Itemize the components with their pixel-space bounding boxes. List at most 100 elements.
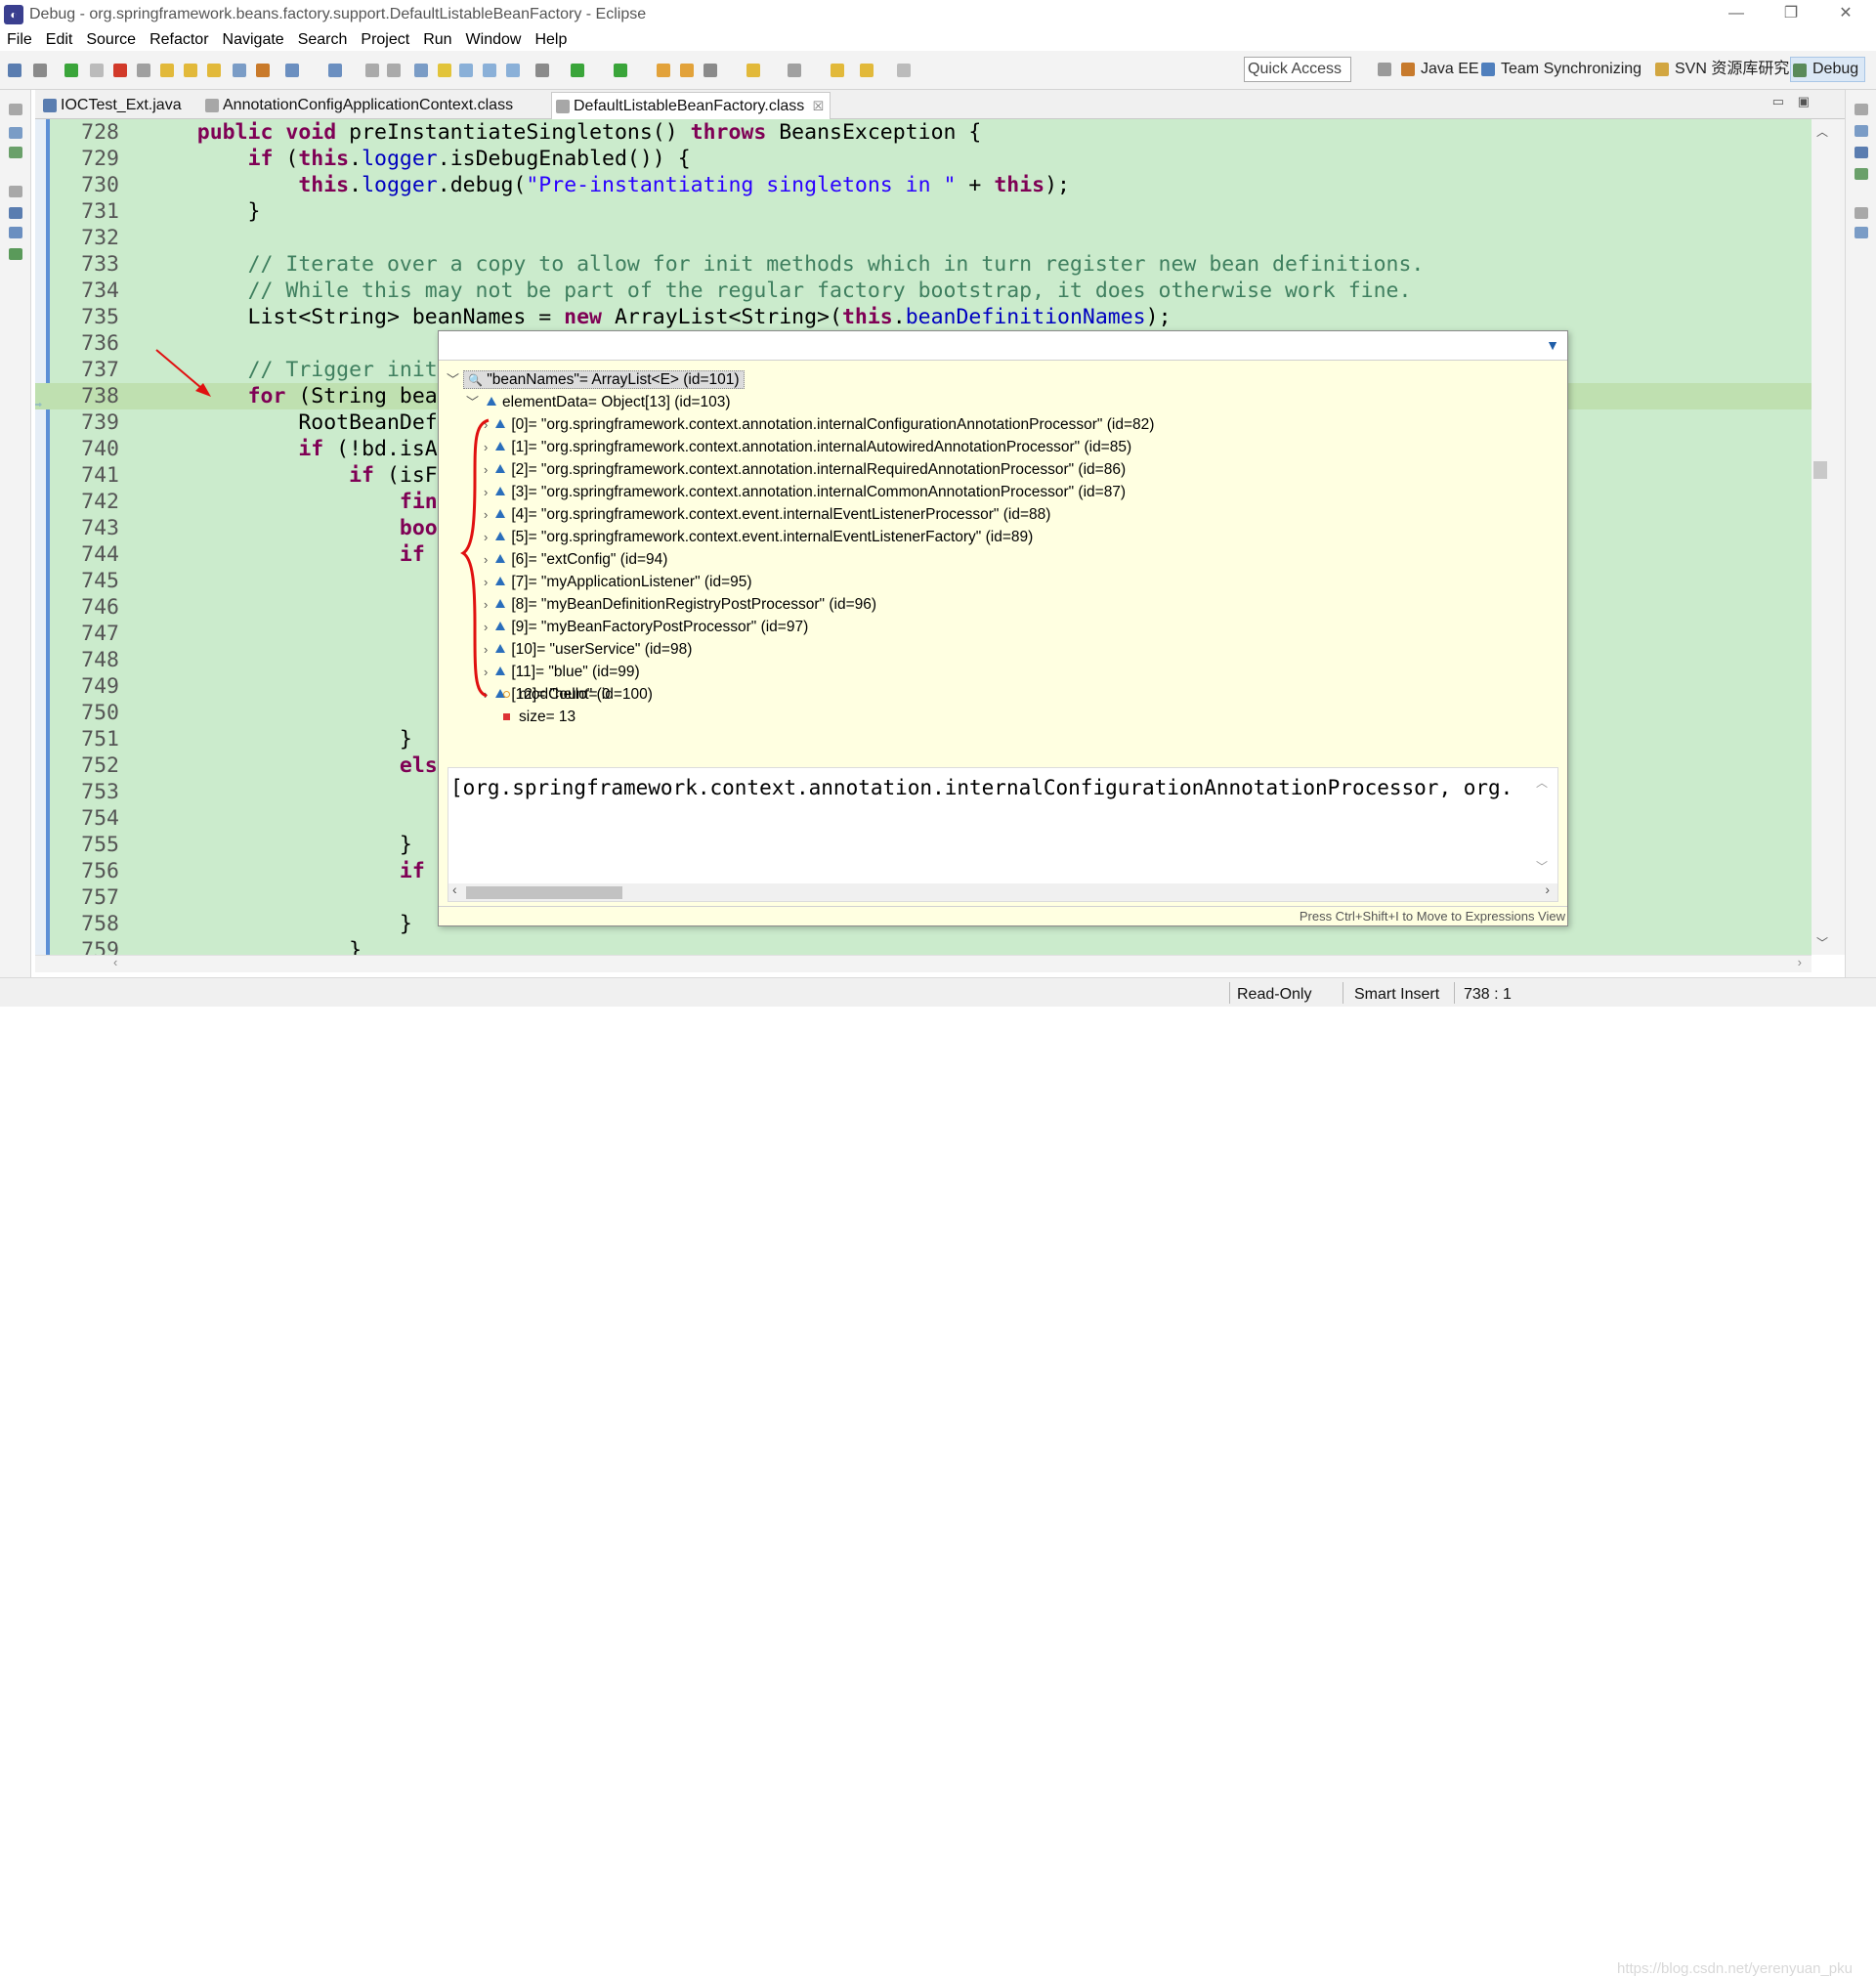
tab-close-icon[interactable]: ☒ xyxy=(813,93,825,120)
junit-view-icon[interactable] xyxy=(9,248,22,260)
new-icon[interactable] xyxy=(8,64,21,77)
code-line[interactable]: 728 public void preInstantiateSingletons… xyxy=(35,119,1812,146)
tree-root[interactable]: ﹀ 🔍 "beanNames"= ArrayList<E> (id=101) xyxy=(447,368,745,391)
debug-config-icon[interactable] xyxy=(535,64,549,77)
show-source-icon[interactable] xyxy=(506,64,520,77)
restore-view-icon[interactable] xyxy=(1855,104,1868,115)
run-icon[interactable] xyxy=(571,64,584,77)
detail-text[interactable]: [org.springframework.context.annotation.… xyxy=(450,776,1535,799)
open-perspective-button[interactable] xyxy=(1376,57,1395,82)
perspective-debug[interactable]: Debug xyxy=(1790,57,1866,82)
outline-view-icon[interactable] xyxy=(1855,227,1868,238)
code-line[interactable]: 735 List<String> beanNames = new ArrayLi… xyxy=(35,304,1812,330)
expand-icon[interactable]: › xyxy=(484,620,488,634)
restore-view-icon[interactable] xyxy=(9,104,22,115)
detail-scroll-up-icon[interactable]: ︿ xyxy=(1536,774,1548,791)
next-annotation-icon[interactable] xyxy=(746,64,760,77)
code-line[interactable]: 729 if (this.logger.isDebugEnabled()) { xyxy=(35,146,1812,172)
scroll-thumb[interactable] xyxy=(466,886,622,899)
tree-array-element[interactable]: › [11]= "blue" (id=99) xyxy=(484,661,640,683)
skip-breakpoints-icon[interactable] xyxy=(33,64,47,77)
scroll-right-icon[interactable]: › xyxy=(1545,881,1550,897)
expand-icon[interactable]: › xyxy=(484,687,488,702)
quick-access-input[interactable]: Quick Access xyxy=(1244,57,1351,82)
tree-array-element[interactable]: › [1]= "org.springframework.context.annot… xyxy=(484,436,1131,458)
view-menu-icon[interactable]: ▼ xyxy=(1546,337,1559,353)
expand-icon[interactable]: › xyxy=(484,530,488,544)
expand-icon[interactable]: › xyxy=(484,462,488,477)
tree-array-element[interactable]: › [0]= "org.springframework.context.annot… xyxy=(484,413,1154,436)
tree-array-element[interactable]: › [10]= "userService" (id=98) xyxy=(484,638,692,661)
tree-array-element[interactable]: › [4]= "org.springframework.context.event… xyxy=(484,503,1050,526)
menu-source[interactable]: Source xyxy=(86,31,136,49)
external-tools-icon[interactable] xyxy=(614,64,627,77)
code-line[interactable]: 732 xyxy=(35,225,1812,251)
menu-run[interactable]: Run xyxy=(423,31,451,49)
terminate-icon[interactable] xyxy=(113,64,127,77)
open-type-icon[interactable] xyxy=(328,64,342,77)
scroll-left-icon[interactable]: ‹ xyxy=(452,881,457,897)
open-folder-icon[interactable] xyxy=(657,64,670,77)
collapse-icon[interactable]: ﹀ xyxy=(466,395,479,409)
open-perspective-icon[interactable] xyxy=(414,64,428,77)
search-tool-icon[interactable] xyxy=(704,64,717,77)
minimize-button[interactable]: — xyxy=(1709,0,1764,29)
disconnect-icon[interactable] xyxy=(137,64,150,77)
expand-icon[interactable]: › xyxy=(484,642,488,657)
tasks-view-icon[interactable] xyxy=(9,227,22,238)
menu-search[interactable]: Search xyxy=(298,31,348,49)
step-return-icon[interactable] xyxy=(207,64,221,77)
tree-array-element[interactable]: › [5]= "org.springframework.context.event… xyxy=(484,526,1033,548)
expand-icon[interactable]: › xyxy=(484,440,488,454)
close-button[interactable]: ✕ xyxy=(1818,0,1873,29)
code-line[interactable]: 759 } xyxy=(35,937,1812,955)
expressions-view-icon[interactable] xyxy=(1855,168,1868,180)
use-step-filters-icon[interactable] xyxy=(256,64,270,77)
editor-vertical-scrollbar[interactable]: ︿ ﹀ xyxy=(1812,119,1845,955)
maximize-editor-icon[interactable]: ▣ xyxy=(1798,94,1810,109)
debug-view-icon[interactable] xyxy=(9,127,22,139)
tree-array-element[interactable]: › [7]= "myApplicationListener" (id=95) xyxy=(484,571,752,593)
tree-array-element[interactable]: › [6]= "extConfig" (id=94) xyxy=(484,548,667,571)
new-wizard-icon[interactable] xyxy=(285,64,299,77)
scroll-thumb[interactable] xyxy=(1813,461,1827,479)
resume-icon[interactable] xyxy=(64,64,78,77)
expand-icon[interactable]: › xyxy=(484,485,488,499)
tree-array-element[interactable]: › [3]= "org.springframework.context.annot… xyxy=(484,481,1126,503)
code-line[interactable]: 730 this.logger.debug("Pre-instantiating… xyxy=(35,172,1812,198)
code-line[interactable]: 731 } xyxy=(35,198,1812,225)
expand-icon[interactable]: › xyxy=(484,507,488,522)
expand-icon[interactable]: › xyxy=(484,575,488,589)
perspective-team-sync[interactable]: Team Synchronizing xyxy=(1479,57,1642,82)
step-into-icon[interactable] xyxy=(160,64,174,77)
code-line[interactable]: 734 // While this may not be part of the… xyxy=(35,278,1812,304)
detail-scroll-down-icon[interactable]: ﹀ xyxy=(1536,858,1548,875)
menu-navigate[interactable]: Navigate xyxy=(223,31,284,49)
menu-refactor[interactable]: Refactor xyxy=(149,31,208,49)
menu-file[interactable]: File xyxy=(7,31,32,49)
scroll-right-icon[interactable]: › xyxy=(1798,955,1802,969)
tree-size[interactable]: size= 13 xyxy=(503,706,576,728)
mark-occurrences-icon[interactable] xyxy=(438,64,451,77)
expand-icon[interactable]: › xyxy=(484,552,488,567)
restore-view-icon[interactable] xyxy=(9,186,22,197)
forward-icon[interactable] xyxy=(897,64,911,77)
step-over-icon[interactable] xyxy=(184,64,197,77)
expand-icon[interactable]: › xyxy=(484,417,488,432)
menu-project[interactable]: Project xyxy=(361,31,409,49)
minimize-editor-icon[interactable]: ▭ xyxy=(1772,94,1784,109)
toggle-block-icon[interactable] xyxy=(459,64,473,77)
perspective-java-ee[interactable]: Java EE xyxy=(1399,57,1479,82)
last-edit-icon[interactable] xyxy=(860,64,874,77)
variables-view-icon[interactable] xyxy=(1855,125,1868,137)
open-project-icon[interactable] xyxy=(680,64,694,77)
expand-icon[interactable]: › xyxy=(484,597,488,612)
tree-array-element[interactable]: › [9]= "myBeanFactoryPostProcessor" (id=9… xyxy=(484,616,808,638)
scroll-up-icon[interactable]: ︿ xyxy=(1816,123,1828,140)
console-view-icon[interactable] xyxy=(9,207,22,219)
code-line[interactable]: 733 // Iterate over a copy to allow for … xyxy=(35,251,1812,278)
tab-ioctest-ext[interactable]: IOCTest_Ext.java xyxy=(39,92,182,119)
save-icon[interactable] xyxy=(365,64,379,77)
scroll-left-icon[interactable]: ‹ xyxy=(113,955,117,969)
tree-element-data[interactable]: ﹀ elementData= Object[13] (id=103) xyxy=(466,391,731,413)
